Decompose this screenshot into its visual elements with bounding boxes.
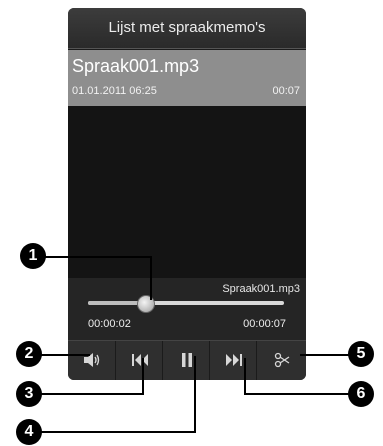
progress-thumb[interactable] xyxy=(137,295,155,313)
memo-file-name: Spraak001.mp3 xyxy=(72,56,200,76)
next-icon xyxy=(225,353,242,369)
previous-icon xyxy=(131,353,148,369)
control-bar xyxy=(68,340,306,380)
playing-file-name: Spraak001.mp3 xyxy=(222,283,300,295)
callout-2: 2 xyxy=(16,341,42,367)
previous-button[interactable] xyxy=(115,341,163,380)
trim-button[interactable] xyxy=(256,341,306,380)
playback-panel: Spraak001.mp3 00:00:02 00:00:07 xyxy=(68,278,306,340)
callout-3: 3 xyxy=(16,381,42,407)
callout-1: 1 xyxy=(20,243,46,269)
scissors-icon xyxy=(274,352,290,371)
memo-list-area xyxy=(68,106,306,278)
next-button[interactable] xyxy=(209,341,257,380)
progress-slider[interactable] xyxy=(88,295,284,313)
callout-6: 6 xyxy=(348,381,374,407)
memo-date: 01.01.2011 06:25 xyxy=(72,85,157,97)
callout-line-4-up xyxy=(194,356,196,433)
callout-line-6-up xyxy=(244,358,246,395)
memo-duration: 00:07 xyxy=(272,85,300,97)
elapsed-time: 00:00:02 xyxy=(88,318,131,330)
callout-5: 5 xyxy=(348,341,374,367)
pause-icon xyxy=(181,352,193,370)
callout-line-3-up xyxy=(142,358,144,395)
title-bar: Lijst met spraakmemo's xyxy=(68,8,306,49)
voice-memo-player-screen: Lijst met spraakmemo's Spraak001.mp3 01.… xyxy=(68,8,306,380)
pause-button[interactable] xyxy=(162,341,210,380)
callout-line-4 xyxy=(30,431,196,433)
total-time: 00:00:07 xyxy=(243,318,286,330)
callout-line-6 xyxy=(244,393,362,395)
callout-line-3 xyxy=(30,393,144,395)
callout-4: 4 xyxy=(16,419,42,445)
page-title: Lijst met spraakmemo's xyxy=(108,19,266,36)
volume-button[interactable] xyxy=(68,341,115,380)
callout-line-1 xyxy=(34,256,152,258)
selected-memo-item[interactable]: Spraak001.mp3 01.01.2011 06:25 00:07 xyxy=(68,50,306,106)
callout-line-1-down xyxy=(150,256,152,300)
